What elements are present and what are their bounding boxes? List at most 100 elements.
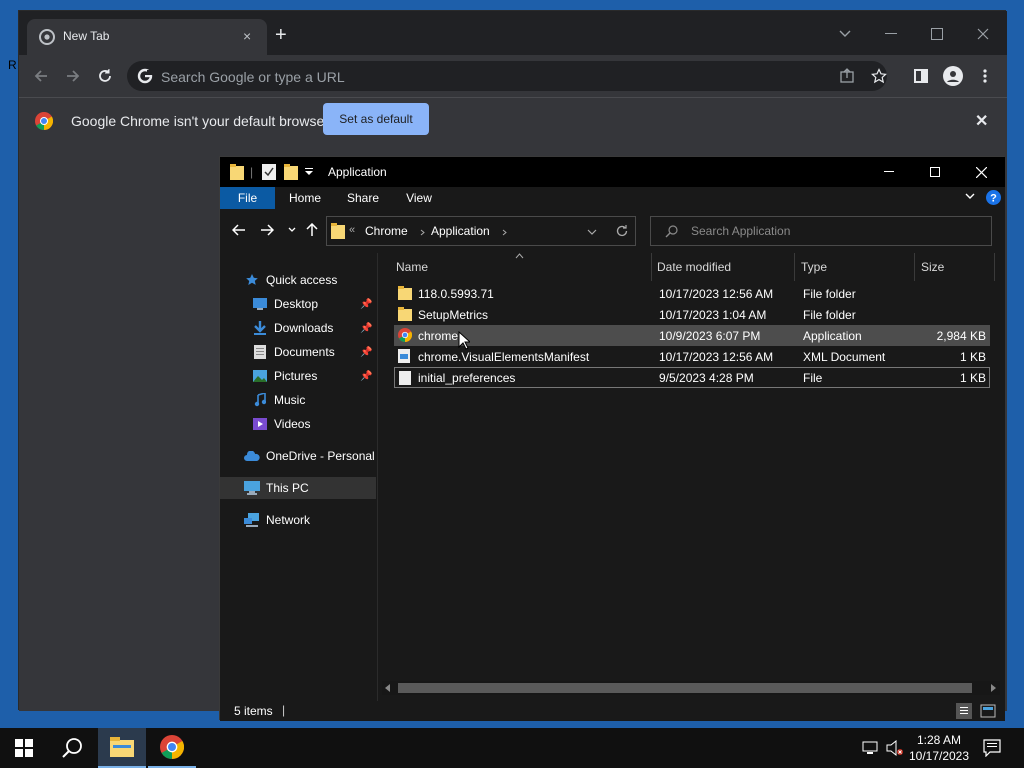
tab-share[interactable]: Share: [334, 187, 392, 209]
system-clock[interactable]: 1:28 AM 10/17/2023: [904, 732, 974, 764]
tab-view[interactable]: View: [394, 187, 444, 209]
scroll-left-icon[interactable]: [385, 684, 391, 692]
breadcrumb-separator-icon[interactable]: [420, 229, 425, 236]
expand-ribbon-icon[interactable]: [965, 193, 975, 200]
nav-label: OneDrive - Personal: [266, 449, 375, 463]
nav-this-pc[interactable]: This PC: [220, 477, 376, 499]
tab-close-icon[interactable]: ×: [243, 29, 251, 43]
bookmark-star-icon[interactable]: [869, 66, 889, 86]
column-header-name[interactable]: Name: [396, 253, 652, 281]
file-type: File folder: [803, 287, 856, 301]
menu-icon[interactable]: [975, 66, 995, 86]
search-icon: [665, 225, 678, 238]
notifications-icon[interactable]: [983, 739, 1001, 757]
nav-quick-access[interactable]: Quick access: [220, 269, 376, 291]
breadcrumb-overflow[interactable]: «: [349, 224, 355, 236]
back-arrow-icon[interactable]: [232, 224, 246, 236]
explorer-close-button[interactable]: [958, 157, 1004, 187]
horizontal-scrollbar[interactable]: [382, 681, 1000, 695]
details-view-icon[interactable]: [956, 703, 972, 719]
nav-desktop[interactable]: Desktop 📌: [220, 293, 376, 315]
large-icons-view-icon[interactable]: [980, 703, 996, 719]
breadcrumb-application[interactable]: Application: [431, 224, 490, 238]
new-folder-icon[interactable]: [284, 164, 298, 180]
default-browser-infobar: Google Chrome isn't your default browser…: [19, 97, 1007, 143]
file-name: initial_preferences: [418, 371, 516, 385]
taskbar-chrome[interactable]: [148, 728, 196, 768]
nav-documents[interactable]: Documents 📌: [220, 341, 376, 363]
recent-locations-chevron-icon[interactable]: [288, 227, 296, 233]
share-icon[interactable]: [837, 66, 857, 86]
start-button[interactable]: [0, 728, 48, 768]
new-tab-button[interactable]: +: [275, 25, 287, 45]
tab-file[interactable]: File: [220, 187, 275, 209]
nav-network[interactable]: Network: [220, 509, 376, 531]
refresh-icon[interactable]: [615, 224, 629, 238]
column-header-date[interactable]: Date modified: [657, 253, 795, 281]
scrollbar-thumb[interactable]: [398, 683, 972, 693]
tab-home[interactable]: Home: [278, 187, 332, 209]
up-arrow-icon[interactable]: [306, 223, 318, 237]
pin-icon: 📌: [360, 322, 373, 334]
nav-label: Pictures: [274, 369, 318, 383]
chrome-icon: [39, 29, 55, 45]
back-button[interactable]: [29, 64, 53, 88]
side-panel-icon[interactable]: [911, 66, 931, 86]
volume-muted-icon[interactable]: [886, 740, 904, 756]
star-icon: [244, 272, 260, 288]
chrome-logo-icon: [35, 112, 53, 130]
explorer-titlebar: | Application: [220, 157, 1005, 187]
tab-title: New Tab: [63, 29, 110, 43]
breadcrumb-chrome[interactable]: Chrome: [365, 224, 408, 238]
nav-label: Music: [274, 393, 306, 407]
help-icon[interactable]: ?: [986, 190, 1001, 205]
file-row-selected[interactable]: chrome 10/9/2023 6:07 PM Application 2,9…: [394, 325, 990, 346]
address-bar[interactable]: Search Google or type a URL: [127, 61, 887, 91]
network-status-icon[interactable]: [862, 740, 878, 756]
infobar-close-icon[interactable]: ✕: [975, 111, 988, 131]
nav-music[interactable]: Music: [220, 389, 376, 411]
column-header-size[interactable]: Size: [921, 253, 995, 281]
file-size: 2,984 KB: [936, 329, 986, 343]
forward-button[interactable]: [61, 64, 85, 88]
column-header-type[interactable]: Type: [801, 253, 915, 281]
file-row[interactable]: 118.0.5993.71 10/17/2023 12:56 AM File f…: [394, 283, 990, 304]
quick-access-dropdown-icon[interactable]: [304, 167, 314, 177]
desktop-icon: [252, 296, 268, 312]
tab-new-tab[interactable]: New Tab ×: [27, 19, 267, 55]
explorer-maximize-button[interactable]: [912, 157, 958, 187]
set-as-default-button[interactable]: Set as default: [323, 103, 429, 135]
file-row[interactable]: initial_preferences 9/5/2023 4:28 PM Fil…: [394, 367, 990, 388]
explorer-address-bar[interactable]: « Chrome Application: [326, 216, 636, 246]
nav-pictures[interactable]: Pictures 📌: [220, 365, 376, 387]
forward-arrow-icon[interactable]: [260, 224, 274, 236]
download-icon: [252, 320, 268, 336]
file-name: SetupMetrics: [418, 308, 489, 322]
profile-avatar[interactable]: [943, 66, 963, 86]
tab-search-icon[interactable]: [827, 19, 863, 49]
minimize-button[interactable]: [873, 19, 909, 49]
address-history-chevron-icon[interactable]: [587, 229, 597, 235]
properties-icon[interactable]: [262, 164, 276, 180]
nav-downloads[interactable]: Downloads 📌: [220, 317, 376, 339]
reload-button[interactable]: [93, 64, 117, 88]
file-type: File folder: [803, 308, 856, 322]
scroll-right-icon[interactable]: [991, 684, 997, 692]
close-button[interactable]: [965, 19, 1001, 49]
explorer-minimize-button[interactable]: [866, 157, 912, 187]
file-type: Application: [803, 329, 862, 343]
ribbon-tabs: File Home Share View ?: [220, 187, 1005, 209]
pin-icon: 📌: [360, 346, 373, 358]
clock-date: 10/17/2023: [908, 749, 970, 763]
search-button[interactable]: [48, 728, 96, 768]
breadcrumb-separator-icon[interactable]: [502, 229, 507, 236]
maximize-button[interactable]: [919, 19, 955, 49]
nav-onedrive[interactable]: OneDrive - Personal: [220, 445, 376, 467]
file-row[interactable]: SetupMetrics 10/17/2023 1:04 AM File fol…: [394, 304, 990, 325]
window-title: Application: [328, 165, 387, 179]
taskbar-file-explorer[interactable]: [98, 728, 146, 768]
nav-videos[interactable]: Videos: [220, 413, 376, 435]
file-row[interactable]: chrome.VisualElementsManifest 10/17/2023…: [394, 346, 990, 367]
file-date: 10/17/2023 12:56 AM: [659, 287, 774, 301]
search-box[interactable]: Search Application: [650, 216, 992, 246]
